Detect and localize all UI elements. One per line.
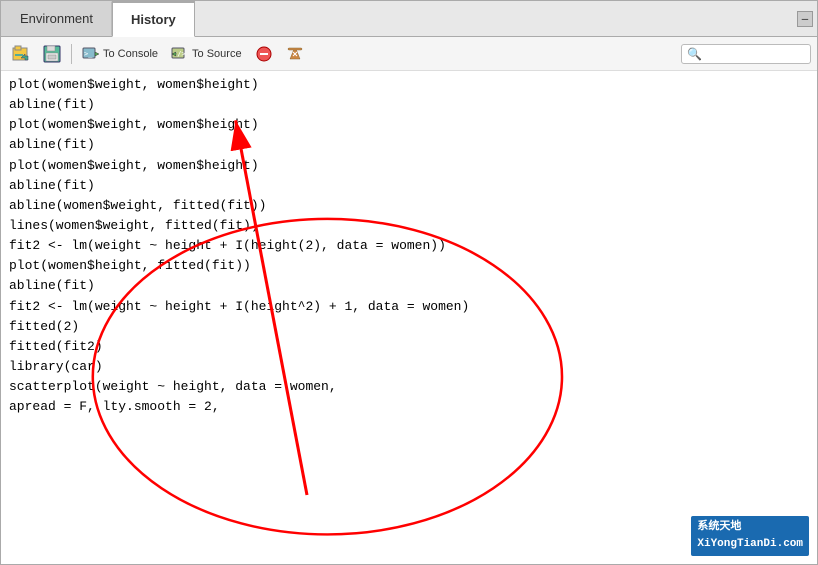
- code-area[interactable]: plot(women$weight, women$height)abline(f…: [1, 71, 817, 564]
- code-line[interactable]: scatterplot(weight ~ height, data = wome…: [9, 377, 809, 397]
- code-line[interactable]: fit2 <- lm(weight ~ height + I(height^2)…: [9, 297, 809, 317]
- main-window: Environment History ─: [0, 0, 818, 565]
- tab-environment[interactable]: Environment: [1, 1, 112, 36]
- tab-history[interactable]: History: [112, 1, 195, 37]
- code-line[interactable]: abline(fit): [9, 95, 809, 115]
- tab-bar: Environment History ─: [1, 1, 817, 37]
- to-source-icon: </>: [171, 45, 189, 63]
- code-line[interactable]: abline(fit): [9, 135, 809, 155]
- window-controls: ─: [795, 1, 817, 36]
- code-line[interactable]: library(car): [9, 357, 809, 377]
- separator-1: [71, 44, 72, 64]
- code-line[interactable]: abline(fit): [9, 276, 809, 296]
- to-console-label: To Console: [103, 48, 158, 60]
- code-line[interactable]: lines(women$weight, fitted(fit)): [9, 216, 809, 236]
- svg-text:>_: >_: [84, 50, 93, 58]
- load-button[interactable]: [7, 43, 35, 65]
- toolbar: >_ To Console </> To Source: [1, 37, 817, 71]
- code-line[interactable]: apread = F, lty.smooth = 2,: [9, 397, 809, 417]
- code-line[interactable]: abline(fit): [9, 176, 809, 196]
- clear-icon: [286, 45, 304, 63]
- watermark: 系统天地 XiYongTianDi.com: [691, 516, 809, 556]
- code-line[interactable]: plot(women$weight, women$height): [9, 156, 809, 176]
- save-button[interactable]: [38, 43, 66, 65]
- search-input[interactable]: [705, 48, 805, 60]
- code-line[interactable]: fitted(fit2): [9, 337, 809, 357]
- tab-environment-label: Environment: [20, 11, 93, 26]
- clear-button[interactable]: [281, 43, 309, 65]
- to-source-button[interactable]: </> To Source: [166, 43, 247, 65]
- minimize-button[interactable]: ─: [797, 11, 813, 27]
- code-line[interactable]: abline(women$weight, fitted(fit)): [9, 196, 809, 216]
- search-icon: 🔍: [687, 47, 702, 61]
- watermark-line1: 系统天地: [697, 519, 803, 536]
- to-console-button[interactable]: >_ To Console: [77, 43, 163, 65]
- remove-icon: [255, 45, 273, 63]
- tab-history-label: History: [131, 12, 176, 27]
- code-line[interactable]: fit2 <- lm(weight ~ height + I(height(2)…: [9, 236, 809, 256]
- remove-button[interactable]: [250, 43, 278, 65]
- search-box[interactable]: 🔍: [681, 44, 811, 64]
- to-source-label: To Source: [192, 48, 242, 60]
- to-console-icon: >_: [82, 45, 100, 63]
- watermark-line2: XiYongTianDi.com: [697, 536, 803, 553]
- code-line[interactable]: plot(women$weight, women$height): [9, 115, 809, 135]
- code-line[interactable]: fitted(2): [9, 317, 809, 337]
- save-icon: [43, 45, 61, 63]
- load-icon: [12, 45, 30, 63]
- code-line[interactable]: plot(women$height, fitted(fit)): [9, 256, 809, 276]
- code-lines: plot(women$weight, women$height)abline(f…: [9, 75, 809, 417]
- code-line[interactable]: plot(women$weight, women$height): [9, 75, 809, 95]
